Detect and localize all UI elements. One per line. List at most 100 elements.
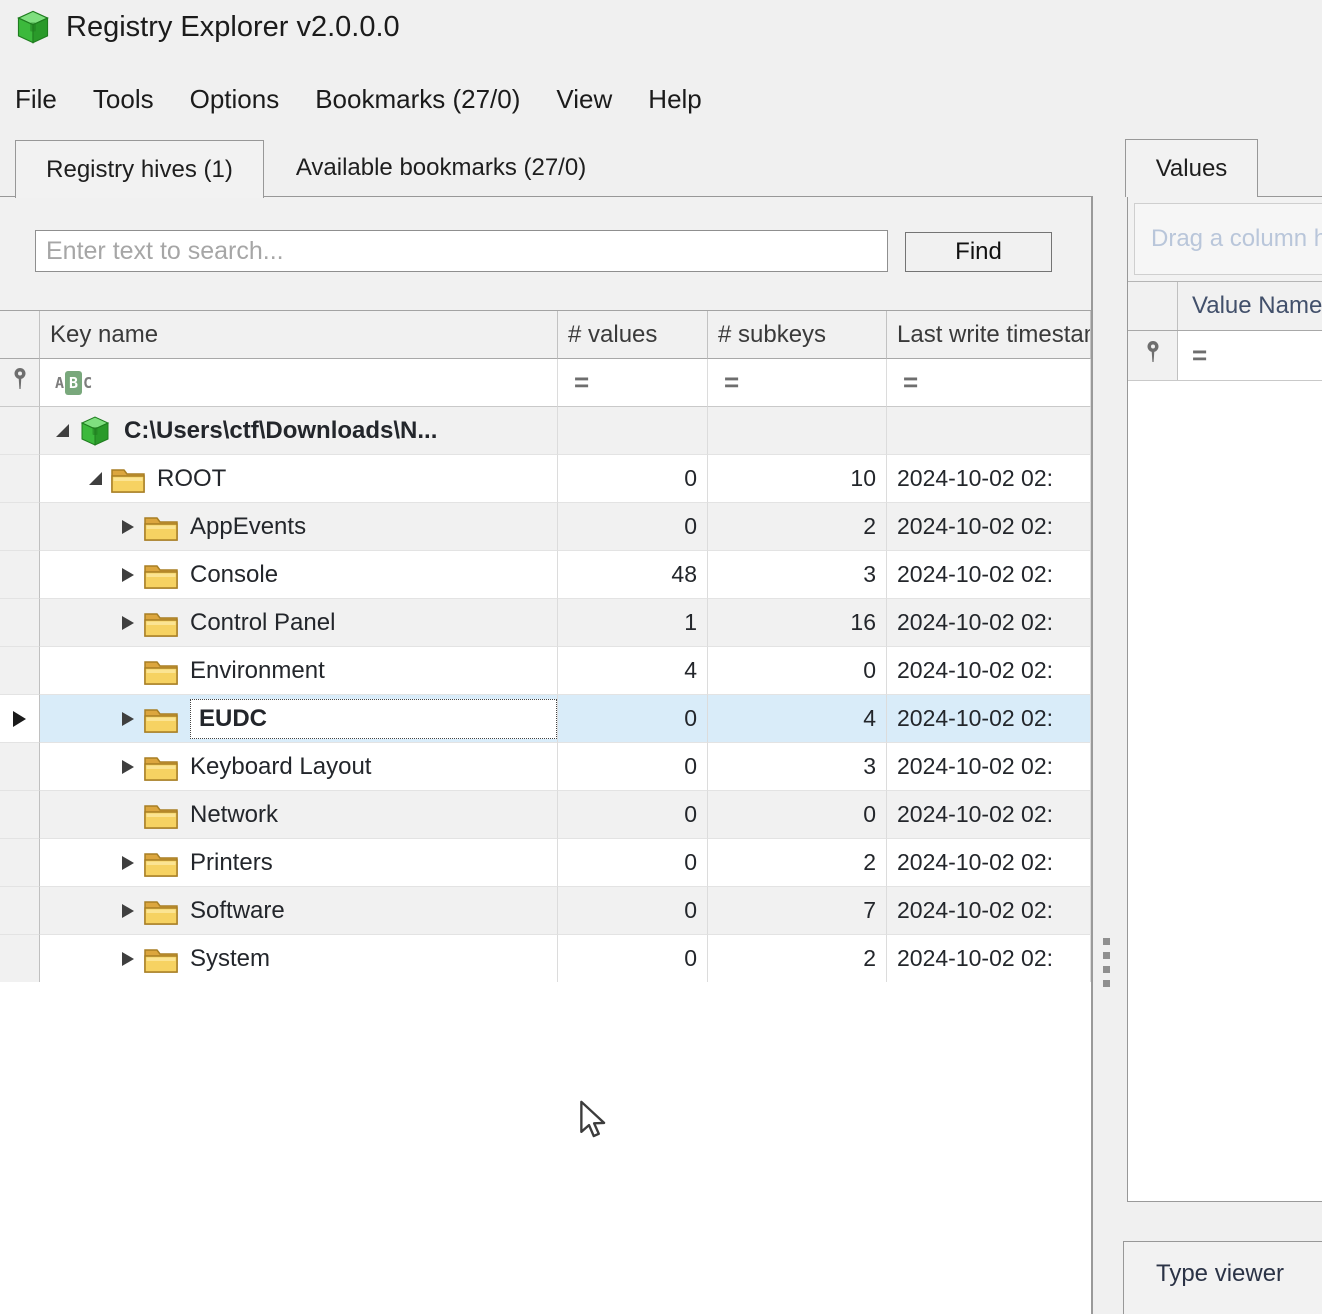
tree-row-software[interactable]: Software072024-10-02 02: [0, 887, 1091, 935]
tree-row-printers[interactable]: Printers022024-10-02 02: [0, 839, 1091, 887]
tree-row-network[interactable]: Network002024-10-02 02: [0, 791, 1091, 839]
table-header-row: Key name # values # subkeys Last write t… [0, 311, 1091, 359]
expand-toggle-icon[interactable] [122, 616, 144, 630]
folder-icon [144, 510, 178, 544]
expand-toggle-icon[interactable] [122, 904, 144, 918]
column-header-key-name[interactable]: Key name [40, 311, 558, 359]
folder-icon [144, 558, 178, 592]
values-filter-cell[interactable]: = [558, 359, 708, 407]
expand-toggle-icon[interactable] [122, 520, 144, 534]
key-name-cell[interactable]: AppEvents [40, 503, 558, 551]
expand-toggle-icon[interactable] [122, 568, 144, 582]
menu-item-file[interactable]: File [15, 84, 57, 115]
key-name-cell[interactable]: Software [40, 887, 558, 935]
menu-item-bookmarks[interactable]: Bookmarks (27/0) [315, 84, 520, 115]
folder-icon [144, 942, 178, 976]
column-header-values[interactable]: # values [558, 311, 708, 359]
tab-type-viewer[interactable]: Type viewer [1123, 1241, 1322, 1314]
row-indicator-cell [0, 839, 40, 887]
expand-toggle-icon[interactable] [122, 712, 144, 726]
find-button[interactable]: Find [905, 232, 1052, 272]
filter-indicator-cell [0, 359, 40, 407]
window-title: Registry Explorer v2.0.0.0 [66, 11, 400, 44]
subkeys-count-cell: 2 [708, 503, 887, 551]
timestamp-filter-cell[interactable]: = [887, 359, 1091, 407]
expand-toggle-icon[interactable] [122, 760, 144, 774]
row-indicator-cell [0, 455, 40, 503]
equals-operator-icon: = [558, 367, 588, 398]
collapse-toggle-icon[interactable] [89, 472, 111, 485]
key-name-cell[interactable]: Printers [40, 839, 558, 887]
key-name-cell[interactable]: Network [40, 791, 558, 839]
folder-icon [144, 750, 178, 784]
last-write-timestamp-cell: 2024-10-02 02: [887, 743, 1091, 791]
tree-row-c-users-ctf-downloads-n-[interactable]: C:\Users\ctf\Downloads\N... [0, 407, 1091, 455]
tree-row-appevents[interactable]: AppEvents022024-10-02 02: [0, 503, 1091, 551]
key-name-filter-cell[interactable]: ABC [40, 359, 558, 407]
abc-letter-c: C [83, 374, 92, 392]
key-name-label: Software [190, 897, 285, 925]
last-write-timestamp-cell: 2024-10-02 02: [887, 887, 1091, 935]
values-panel: Drag a column header here to group by th… [1127, 196, 1322, 1202]
tab-values[interactable]: Values [1125, 139, 1258, 197]
menu-item-tools[interactable]: Tools [93, 84, 154, 115]
abc-letter-b: B [65, 371, 82, 395]
values-count-cell: 4 [558, 647, 708, 695]
last-write-timestamp-cell: 2024-10-02 02: [887, 455, 1091, 503]
last-write-timestamp-cell: 2024-10-02 02: [887, 935, 1091, 983]
key-name-cell[interactable]: C:\Users\ctf\Downloads\N... [40, 407, 558, 455]
key-name-label: Network [190, 801, 278, 829]
abc-letter-a: A [55, 374, 64, 392]
last-write-timestamp-cell: 2024-10-02 02: [887, 791, 1091, 839]
folder-icon [144, 606, 178, 640]
tab-available-bookmarks[interactable]: Available bookmarks (27/0) [264, 140, 618, 196]
subkeys-count-cell: 7 [708, 887, 887, 935]
key-name-cell[interactable]: System [40, 935, 558, 983]
vertical-splitter-handle[interactable] [1103, 938, 1111, 994]
tab-registry-hives[interactable]: Registry hives (1) [15, 140, 264, 198]
last-write-timestamp-cell: 2024-10-02 02: [887, 647, 1091, 695]
row-indicator-cell [0, 887, 40, 935]
tree-row-control-panel[interactable]: Control Panel1162024-10-02 02: [0, 599, 1091, 647]
tree-row-keyboard-layout[interactable]: Keyboard Layout032024-10-02 02: [0, 743, 1091, 791]
key-name-label: Console [190, 561, 278, 589]
key-name-cell[interactable]: Console [40, 551, 558, 599]
key-name-cell[interactable]: ROOT [40, 455, 558, 503]
tree-row-environment[interactable]: Environment402024-10-02 02: [0, 647, 1091, 695]
values-count-cell [558, 407, 708, 455]
tree-row-root[interactable]: ROOT0102024-10-02 02: [0, 455, 1091, 503]
equals-operator-icon: = [1178, 340, 1206, 371]
menu-item-view[interactable]: View [556, 84, 612, 115]
expand-toggle-icon[interactable] [122, 856, 144, 870]
values-count-cell: 0 [558, 695, 708, 743]
row-indicator-cell [0, 791, 40, 839]
column-header-subkeys[interactable]: # subkeys [708, 311, 887, 359]
column-header-value-name[interactable]: Value Name [1178, 282, 1322, 330]
mouse-cursor [578, 1100, 612, 1140]
title-bar: Registry Explorer v2.0.0.0 [14, 8, 400, 46]
tree-row-system[interactable]: System022024-10-02 02: [0, 935, 1091, 983]
key-name-cell[interactable]: Environment [40, 647, 558, 695]
key-name-cell[interactable]: EUDC [40, 695, 558, 743]
value-name-filter-cell[interactable]: = [1178, 331, 1322, 380]
key-name-cell[interactable]: Control Panel [40, 599, 558, 647]
row-indicator-cell [0, 407, 40, 455]
subkeys-filter-cell[interactable]: = [708, 359, 887, 407]
key-name-cell[interactable]: Keyboard Layout [40, 743, 558, 791]
subkeys-count-cell: 2 [708, 839, 887, 887]
current-row-indicator [0, 695, 40, 743]
tree-row-eudc[interactable]: EUDC042024-10-02 02: [0, 695, 1091, 743]
subkeys-count-cell: 4 [708, 695, 887, 743]
values-header-row: Value Name [1128, 281, 1322, 331]
values-list-empty [1128, 381, 1322, 1201]
search-input[interactable] [35, 230, 888, 272]
menu-item-options[interactable]: Options [190, 84, 280, 115]
column-header-timestamp[interactable]: Last write timestamp [887, 311, 1091, 359]
tree-row-console[interactable]: Console4832024-10-02 02: [0, 551, 1091, 599]
group-by-drop-area[interactable]: Drag a column header here to group by th… [1134, 203, 1322, 275]
menu-item-help[interactable]: Help [648, 84, 701, 115]
expand-toggle-icon[interactable] [122, 952, 144, 966]
values-count-cell: 0 [558, 503, 708, 551]
subkeys-count-cell: 0 [708, 647, 887, 695]
collapse-toggle-icon[interactable] [56, 424, 78, 437]
